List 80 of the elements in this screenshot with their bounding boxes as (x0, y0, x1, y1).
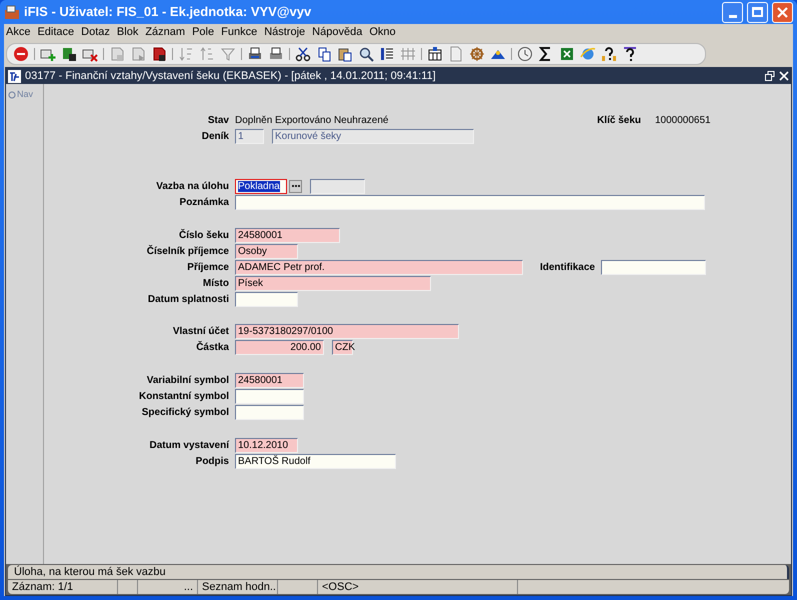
menu-item[interactable]: Akce (6, 24, 30, 41)
field-label: Klíč šeku (596, 114, 641, 128)
field-label: Příjemce (186, 260, 229, 274)
input-field[interactable]: 200.00 (235, 340, 324, 354)
app-logo-icon (8, 70, 21, 82)
wheel-icon[interactable] (469, 46, 485, 62)
field-label: Datum splatnosti (146, 292, 229, 306)
print-setup-icon[interactable] (268, 46, 284, 62)
input-field[interactable]: BARTOŠ Rudolf (235, 454, 396, 468)
field-label: Datum vystavení (148, 438, 229, 452)
clock-icon[interactable] (517, 46, 533, 62)
print-icon[interactable] (247, 46, 263, 62)
input-field[interactable]: Osoby (235, 244, 298, 258)
restore-icon[interactable] (765, 71, 775, 81)
field-label: Stav (206, 114, 229, 128)
close-button[interactable] (772, 2, 793, 22)
input-field[interactable] (601, 260, 706, 274)
close-icon[interactable] (779, 71, 789, 81)
menu-item[interactable]: Nástroje (264, 24, 306, 41)
find-icon[interactable] (358, 46, 374, 62)
menu-item[interactable]: Pole (192, 24, 214, 41)
field-label: Podpis (194, 454, 229, 468)
menu-item[interactable]: Editace (37, 24, 74, 41)
input-field[interactable]: 24580001 (235, 372, 304, 388)
frame-title: 03177 - Finanční vztahy/Vystavení šeku (EKBASEK) - [pátek , 14.01.2011; 09:41:11] (25, 68, 436, 84)
calendar-icon[interactable] (427, 46, 443, 62)
input-field[interactable] (235, 404, 304, 420)
cancel-query-icon[interactable] (151, 46, 167, 62)
copy-icon[interactable] (316, 46, 332, 62)
field-label: Deník (200, 130, 229, 144)
field-label: Poznámka (178, 196, 229, 210)
close-icon (777, 6, 788, 18)
menu-item[interactable]: Nápověda (312, 24, 362, 41)
menu-item[interactable]: Blok (116, 24, 138, 41)
input-field[interactable]: 10.12.2010 (235, 438, 298, 452)
app-icon (4, 4, 20, 20)
input-field[interactable]: Písek (235, 276, 431, 290)
field-label: Konstantní symbol (138, 390, 229, 404)
field-label: Specifický symbol (140, 406, 229, 420)
field-label: Vazba na úlohu (155, 180, 229, 194)
input-field[interactable] (235, 194, 705, 210)
minimize-button[interactable] (722, 2, 743, 22)
input-field[interactable]: ADAMEC Petr prof. (235, 260, 523, 274)
input-field[interactable]: 19-5373180297/0100 (235, 324, 459, 338)
status-text: Doplněn Exportováno Neuhrazené (235, 114, 390, 128)
input-field[interactable]: Pokladna (235, 178, 287, 194)
stop-icon[interactable] (13, 46, 29, 62)
cut-icon[interactable] (295, 46, 311, 62)
menu-item[interactable]: Dotaz (81, 24, 110, 41)
field-label: Vlastní účet (172, 324, 229, 338)
circle-icon (8, 90, 16, 99)
key-value: 1000000651 (655, 114, 711, 128)
paste-icon[interactable] (337, 46, 353, 62)
help-icon[interactable] (601, 46, 617, 62)
status-cell: <OSC> (318, 580, 518, 594)
field-label: Číselník příjemce (146, 244, 229, 258)
menu-item[interactable]: Funkce (221, 24, 258, 41)
browser-icon[interactable] (580, 46, 596, 62)
status-cell: Záznam: 1/1 (8, 580, 118, 594)
maximize-button[interactable] (747, 2, 768, 22)
context-help-icon[interactable] (622, 46, 638, 62)
menu-item[interactable]: Okno (369, 24, 396, 41)
field-label: Místo (202, 276, 229, 290)
input-field[interactable] (235, 388, 304, 404)
field-label: Číslo šeku (178, 228, 229, 242)
status-cell: Seznam hodn.. (198, 580, 278, 594)
input-field[interactable]: CZK (332, 340, 353, 354)
menu-item[interactable]: Záznam (145, 24, 186, 41)
field-label: Variabilní symbol (146, 374, 229, 388)
input-field[interactable] (235, 292, 298, 306)
window-title: iFIS - Uživatel: FIS_01 - Ek.jednotka: VYV@vyv (24, 3, 312, 22)
list-icon[interactable] (379, 46, 395, 62)
save-record-icon[interactable] (61, 46, 77, 62)
lookup-button[interactable] (289, 180, 302, 192)
status-cell: ... (138, 580, 198, 594)
hint-bar: Úloha, na kterou má šek vazbu (8, 565, 789, 579)
spreadsheet-icon[interactable] (559, 46, 575, 62)
field-label: Částka (195, 340, 229, 354)
input-field[interactable]: 24580001 (235, 228, 340, 242)
field-label: Identifikace (538, 260, 595, 274)
